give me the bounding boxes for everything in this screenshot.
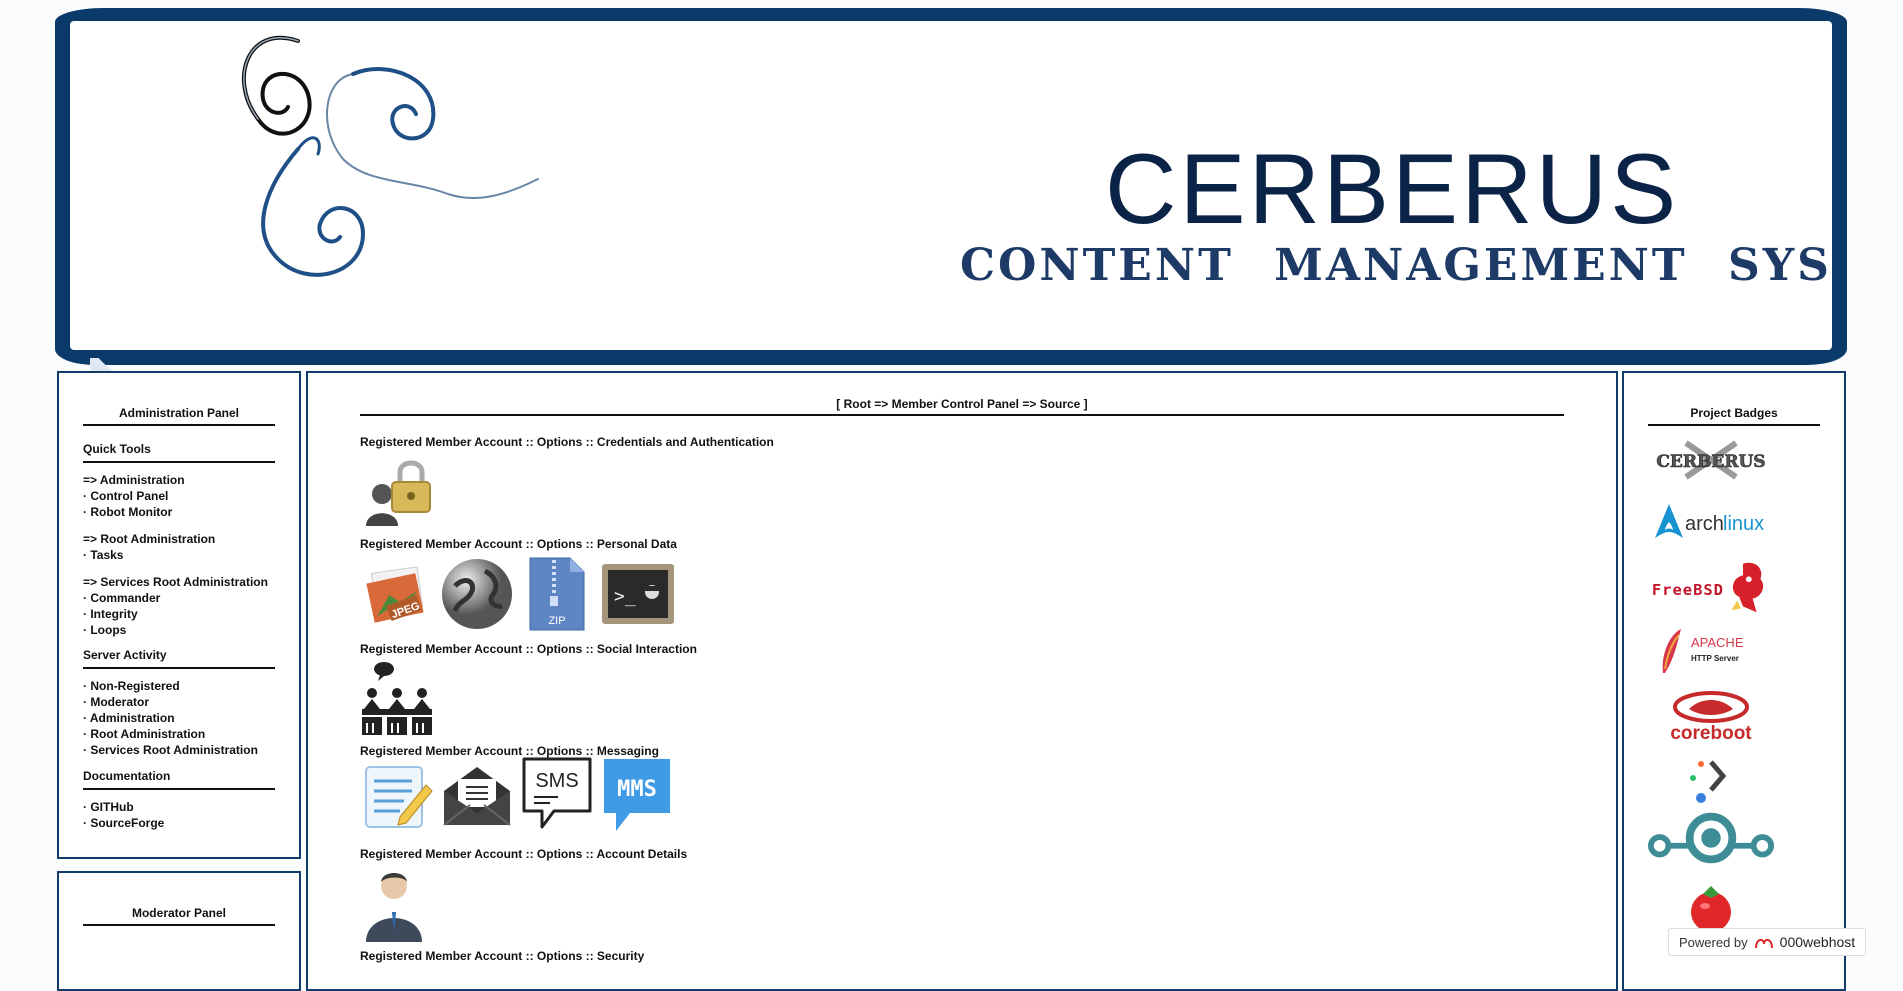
mms-label: MMS (617, 777, 657, 802)
moderator-panel: Moderator Panel (57, 871, 301, 991)
dots-badge[interactable] (1648, 754, 1774, 808)
panel-title: Moderator Panel (83, 906, 275, 926)
option-title: Registered Member Account :: Options :: … (360, 949, 645, 963)
credentials-icons (360, 454, 434, 530)
nav-administration[interactable]: => Administration (83, 472, 275, 488)
option-title: Registered Member Account :: Options :: … (360, 435, 774, 449)
globe-icon[interactable] (440, 556, 514, 632)
powered-by-badge[interactable]: Powered by 000webhost (1668, 928, 1866, 956)
nav-activity-administration[interactable]: · Administration (83, 710, 275, 726)
panel-title: Administration Panel (83, 406, 275, 426)
link-github[interactable]: · GITHub (83, 799, 275, 815)
banner-content: CERBERUS CONTENT MANAGEMENT SYSTEM (70, 21, 1832, 350)
link-sourceforge[interactable]: · SourceForge (83, 815, 275, 831)
nav-non-registered[interactable]: · Non-Registered (83, 678, 275, 694)
section-server-activity: Server Activity (83, 648, 275, 669)
linux-text: linux (1723, 513, 1764, 535)
social-icons (360, 661, 434, 737)
server-activity-list: · Non-Registered · Moderator · Administr… (83, 678, 275, 758)
nav-activity-root-administration[interactable]: · Root Administration (83, 726, 275, 742)
nav-robot-monitor[interactable]: · Robot Monitor (83, 504, 275, 520)
nav-commander[interactable]: · Commander (83, 590, 275, 606)
nav-control-panel[interactable]: · Control Panel (83, 488, 275, 504)
note-edit-icon[interactable] (360, 755, 434, 831)
lineageos-badge[interactable] (1648, 811, 1774, 865)
brand-title: CERBERUS (1105, 133, 1680, 244)
project-badges-panel: Project Badges CERBERUS arch linux FreeB… (1622, 371, 1846, 991)
nav-tasks[interactable]: · Tasks (83, 547, 275, 563)
apache-badge[interactable]: APACHE HTTP Server (1648, 623, 1774, 677)
freebsd-badge[interactable]: FreeBSD (1648, 560, 1774, 614)
nav-loops[interactable]: · Loops (83, 622, 275, 638)
option-title: Registered Member Account :: Options :: … (360, 847, 688, 861)
cerberus-swirl-logo (241, 35, 539, 277)
quick-tools-list: => Administration · Control Panel · Robo… (83, 472, 275, 638)
option-title: Registered Member Account :: Options :: … (360, 537, 677, 551)
nav-root-administration[interactable]: => Root Administration (83, 531, 275, 547)
000webhost-logo-icon (1754, 938, 1773, 949)
powered-by-brand: 000webhost (1779, 934, 1856, 950)
administration-panel: Administration Panel Quick Tools => Admi… (57, 371, 301, 859)
option-title: Registered Member Account :: Options :: … (360, 642, 697, 656)
envelope-icon[interactable] (440, 755, 514, 831)
image-jpeg-icon[interactable]: JPEG (360, 556, 434, 632)
tomato-badge[interactable] (1648, 880, 1774, 934)
account-details-icons (360, 866, 434, 942)
businessman-icon[interactable] (360, 866, 434, 942)
people-chat-icon[interactable] (360, 661, 434, 737)
terminal-prompt: >_ (614, 586, 636, 607)
arch-text: arch (1685, 513, 1724, 535)
apache-text: APACHE (1691, 635, 1744, 650)
sms-icon[interactable]: SMS (520, 755, 594, 831)
nav-integrity[interactable]: · Integrity (83, 606, 275, 622)
breadcrumb: [ Root => Member Control Panel => Source… (360, 397, 1564, 416)
section-documentation: Documentation (83, 769, 275, 790)
main-content: [ Root => Member Control Panel => Source… (306, 371, 1618, 991)
nav-services-root-administration[interactable]: => Services Root Administration (83, 574, 275, 590)
site-banner: CERBERUS CONTENT MANAGEMENT SYSTEM (55, 8, 1847, 365)
nav-moderator[interactable]: · Moderator (83, 694, 275, 710)
http-server-text: HTTP Server (1691, 654, 1739, 663)
archlinux-badge[interactable]: arch linux (1648, 496, 1774, 550)
messaging-icons: SMS MMS (360, 755, 674, 831)
zip-file-icon[interactable]: ZIP (520, 556, 594, 632)
zip-label: ZIP (548, 615, 565, 627)
terminal-icon[interactable]: >_ (600, 556, 674, 632)
documentation-list: · GITHub · SourceForge (83, 799, 275, 831)
sms-label: SMS (535, 770, 578, 792)
powered-by-label: Powered by (1679, 934, 1748, 950)
mms-icon[interactable]: MMS (600, 755, 674, 831)
cerberus-badge-text: CERBERUS (1656, 452, 1765, 472)
coreboot-badge[interactable]: coreboot (1648, 691, 1774, 745)
coreboot-text: coreboot (1670, 723, 1752, 744)
user-lock-icon[interactable] (360, 454, 434, 530)
nav-activity-services-root[interactable]: · Services Root Administration (83, 742, 275, 758)
panel-title: Project Badges (1648, 406, 1820, 426)
section-quick-tools: Quick Tools (83, 442, 275, 463)
brand-subtitle: CONTENT MANAGEMENT SYSTEM (960, 240, 1832, 291)
personal-data-icons: JPEG ZIP >_ (360, 556, 674, 632)
cerberus-badge[interactable]: CERBERUS (1648, 433, 1774, 487)
freebsd-text: FreeBSD (1652, 581, 1724, 599)
